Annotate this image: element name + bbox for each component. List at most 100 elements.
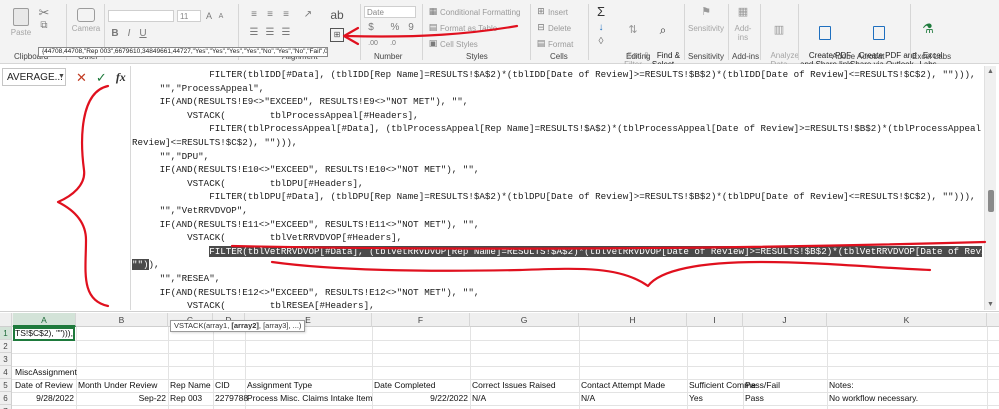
column-header-h[interactable]: H xyxy=(579,313,687,327)
font-name-combo[interactable] xyxy=(108,10,174,22)
addins-button[interactable]: ▦ Add-ins xyxy=(730,7,756,43)
delete-button[interactable]: Delete xyxy=(548,24,571,33)
table-header-cell[interactable]: Date of Review xyxy=(13,379,76,392)
table-cell[interactable]: Rep 003 xyxy=(168,392,213,405)
column-header-f[interactable]: F xyxy=(372,313,470,327)
align-bottom-icon[interactable]: ≡ xyxy=(280,10,292,20)
table-header-cell[interactable]: CID xyxy=(213,379,245,392)
format-as-table-icon: ▤ xyxy=(428,21,438,32)
sensitivity-icon: ⚑ xyxy=(701,6,711,18)
column-header-i[interactable]: I xyxy=(687,313,743,327)
format-icon: ▤ xyxy=(536,37,546,48)
column-header-j[interactable]: J xyxy=(743,313,827,327)
table-header-cell[interactable]: Sufficient Comme xyxy=(687,379,756,392)
decrease-decimal-icon[interactable]: .0 xyxy=(386,38,400,48)
camera-button[interactable]: Camera xyxy=(70,8,102,33)
row-header-1[interactable]: 1 xyxy=(0,327,12,340)
fill-icon[interactable]: ↓ xyxy=(594,22,608,34)
paste-icon xyxy=(13,8,29,26)
italic-icon[interactable]: I xyxy=(124,28,134,40)
formula-selection-end: "") xyxy=(132,259,149,271)
formula-bar-scrollbar[interactable]: ▲ ▼ xyxy=(984,66,996,310)
table-header-cell[interactable]: Contact Attempt Made xyxy=(579,379,687,392)
ribbon: Paste ✂ ⧉ Clipboard Camera Other 11 A A … xyxy=(0,0,999,69)
table-cell[interactable]: No workflow necessary. xyxy=(827,392,987,405)
scroll-thumb[interactable] xyxy=(988,190,994,212)
chevron-down-icon[interactable]: ▼ xyxy=(58,73,65,80)
cancel-icon[interactable]: ✕ xyxy=(76,71,87,84)
row-header-3[interactable]: 3 xyxy=(0,353,12,366)
row-header-4[interactable]: 4 xyxy=(0,366,12,379)
clear-icon[interactable]: ◊ xyxy=(594,36,608,48)
font-size-combo[interactable]: 11 xyxy=(177,10,201,22)
bold-icon[interactable]: B xyxy=(110,28,120,40)
enter-icon[interactable]: ✓ xyxy=(96,71,107,84)
row-header-6[interactable]: 6 xyxy=(0,392,12,405)
select-all-corner[interactable] xyxy=(0,313,12,327)
name-box[interactable]: AVERAGE... xyxy=(2,68,66,86)
conditional-formatting-button[interactable]: Conditional Formatting xyxy=(440,8,520,17)
align-middle-icon[interactable]: ≡ xyxy=(264,10,276,20)
format-button[interactable]: Format xyxy=(548,40,573,49)
percent-icon[interactable]: % xyxy=(390,22,400,34)
merge-center-icon[interactable]: ⊞ xyxy=(330,28,344,42)
formula-line: "","DPU", xyxy=(132,150,210,162)
table-header-cell[interactable]: Date Completed xyxy=(372,379,470,392)
orientation-icon[interactable]: ↗ xyxy=(302,10,314,20)
increase-font-icon[interactable]: A xyxy=(204,10,214,22)
table-header-cell[interactable]: Rep Name xyxy=(168,379,213,392)
active-cell-border[interactable] xyxy=(13,327,75,341)
insert-button[interactable]: Insert xyxy=(548,8,568,17)
sensitivity-button[interactable]: ⚑ Sensitivity xyxy=(686,6,726,34)
copy-icon[interactable]: ⧉ xyxy=(38,20,50,32)
format-as-table-button[interactable]: Format as Table xyxy=(440,24,497,33)
scroll-up-icon[interactable]: ▲ xyxy=(987,68,994,75)
table-header-cell[interactable]: Notes: xyxy=(827,379,987,392)
formula-text-area[interactable]: FILTER(tblIDD[#Data], (tblIDD[Rep Name]=… xyxy=(132,68,982,310)
column-header-k[interactable]: K xyxy=(827,313,987,327)
table-cell[interactable]: Pass xyxy=(743,392,827,405)
sort-filter-icon: ⇅ xyxy=(628,24,638,36)
column-header-b[interactable]: B xyxy=(76,313,168,327)
row-header-5[interactable]: 5 xyxy=(0,379,12,392)
paste-button[interactable]: Paste xyxy=(6,8,36,37)
table-header-cell[interactable]: Correct Issues Raised xyxy=(470,379,579,392)
align-right-icon[interactable]: ☰ xyxy=(280,28,292,38)
addins-group-label: Add-ins xyxy=(732,52,760,61)
insert-function-icon[interactable]: fx xyxy=(116,71,126,83)
row-header-7[interactable]: 7 xyxy=(0,405,12,409)
comma-style-icon[interactable]: 9 xyxy=(406,22,416,34)
table-header-cell[interactable]: Pass/Fail xyxy=(743,379,827,392)
currency-icon[interactable]: $ xyxy=(366,22,376,34)
column-header-g[interactable]: G xyxy=(470,313,579,327)
cell-styles-icon: ▣ xyxy=(428,37,438,48)
scroll-down-icon[interactable]: ▼ xyxy=(987,301,994,308)
align-center-icon[interactable]: ☰ xyxy=(264,28,276,38)
table-cell[interactable]: 9/22/2022 xyxy=(372,392,470,405)
table-header-cell[interactable]: Assignment Type xyxy=(245,379,372,392)
table-header-cell[interactable]: Month Under Review xyxy=(76,379,168,392)
align-top-icon[interactable]: ≡ xyxy=(248,10,260,20)
cell-styles-button[interactable]: Cell Styles xyxy=(440,40,478,49)
formula-lines: FILTER(tblIDD[#Data], (tblIDD[Rep Name]=… xyxy=(132,68,982,245)
cut-icon[interactable]: ✂ xyxy=(38,6,50,19)
editing-group-label: Editing xyxy=(626,52,651,61)
increase-decimal-icon[interactable]: .00 xyxy=(366,38,380,48)
underline-icon[interactable]: U xyxy=(138,28,148,40)
table-cell[interactable]: N/A xyxy=(579,392,687,405)
table-cell[interactable]: 9/28/2022 xyxy=(13,392,76,405)
wrap-text-icon[interactable]: ab xyxy=(330,8,344,22)
table-cell[interactable]: Process Misc. Claims Intake Item xyxy=(245,392,373,405)
cell-a4[interactable]: MiscAssignment xyxy=(13,366,77,379)
decrease-font-icon[interactable]: A xyxy=(216,10,226,22)
table-cell[interactable]: Yes xyxy=(687,392,743,405)
table-cell[interactable]: 2279788 xyxy=(213,392,248,405)
pdf-outlook-icon xyxy=(873,26,885,40)
number-format-combo[interactable]: Date xyxy=(364,6,416,18)
align-left-icon[interactable]: ☰ xyxy=(248,28,260,38)
table-cell[interactable]: Sep-22 xyxy=(76,392,168,405)
row-header-2[interactable]: 2 xyxy=(0,340,12,353)
autosum-icon[interactable]: Σ xyxy=(594,4,608,18)
column-header-a[interactable]: A xyxy=(13,313,76,327)
table-cell[interactable]: N/A xyxy=(470,392,579,405)
